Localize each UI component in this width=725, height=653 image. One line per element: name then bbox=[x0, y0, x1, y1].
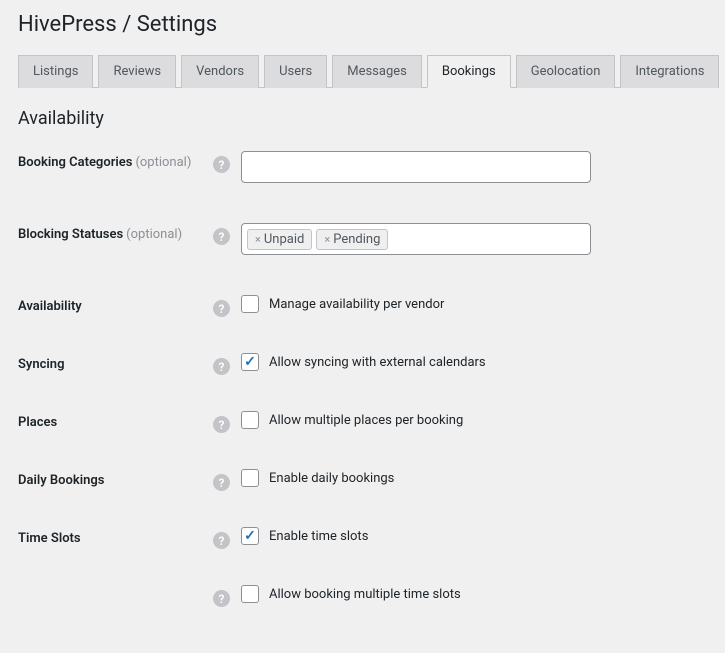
daily-bookings-checkbox-label: Enable daily bookings bbox=[269, 471, 394, 486]
help-icon[interactable]: ? bbox=[213, 300, 230, 317]
availability-checkbox[interactable] bbox=[241, 295, 259, 313]
booking-categories-input[interactable] bbox=[241, 151, 591, 183]
help-icon[interactable]: ? bbox=[213, 532, 230, 549]
page-title: HivePress / Settings bbox=[18, 12, 707, 37]
label-availability: Availability bbox=[18, 299, 82, 314]
time-slots-multiple-checkbox-label: Allow booking multiple time slots bbox=[269, 587, 461, 602]
row-availability: Availability ? Manage availability per v… bbox=[18, 295, 707, 317]
row-blocking-statuses: Blocking Statuses (optional) ? ×Unpaid ×… bbox=[18, 223, 707, 255]
row-places: Places ? Allow multiple places per booki… bbox=[18, 411, 707, 433]
row-booking-categories: Booking Categories (optional) ? bbox=[18, 151, 707, 183]
tab-vendors[interactable]: Vendors bbox=[181, 55, 259, 88]
help-icon[interactable]: ? bbox=[213, 416, 230, 433]
row-time-slots-multiple: ? Allow booking multiple time slots bbox=[18, 585, 707, 607]
tag-pending[interactable]: ×Pending bbox=[316, 229, 388, 250]
label-blocking-statuses: Blocking Statuses bbox=[18, 227, 123, 242]
tab-listings[interactable]: Listings bbox=[18, 55, 93, 88]
label-places: Places bbox=[18, 415, 57, 430]
label-daily-bookings: Daily Bookings bbox=[18, 473, 104, 488]
tab-bookings[interactable]: Bookings bbox=[427, 55, 511, 88]
help-icon[interactable]: ? bbox=[213, 474, 230, 491]
places-checkbox-label: Allow multiple places per booking bbox=[269, 413, 463, 428]
label-optional: (optional) bbox=[126, 227, 182, 242]
places-checkbox[interactable] bbox=[241, 411, 259, 429]
help-icon[interactable]: ? bbox=[213, 358, 230, 375]
syncing-checkbox-label: Allow syncing with external calendars bbox=[269, 355, 486, 370]
row-syncing: Syncing ? Allow syncing with external ca… bbox=[18, 353, 707, 375]
close-icon[interactable]: × bbox=[255, 233, 261, 246]
label-booking-categories: Booking Categories bbox=[18, 155, 132, 170]
tag-unpaid[interactable]: ×Unpaid bbox=[247, 229, 312, 250]
help-icon[interactable]: ? bbox=[213, 228, 230, 245]
tab-geolocation[interactable]: Geolocation bbox=[516, 55, 616, 88]
tab-integrations[interactable]: Integrations bbox=[620, 55, 719, 88]
tab-reviews[interactable]: Reviews bbox=[98, 55, 176, 88]
row-daily-bookings: Daily Bookings ? Enable daily bookings bbox=[18, 469, 707, 491]
tag-label: Pending bbox=[333, 232, 380, 247]
daily-bookings-checkbox[interactable] bbox=[241, 469, 259, 487]
tab-messages[interactable]: Messages bbox=[332, 55, 422, 88]
close-icon[interactable]: × bbox=[324, 233, 330, 246]
tabs-container: Listings Reviews Vendors Users Messages … bbox=[18, 55, 707, 88]
time-slots-checkbox-label: Enable time slots bbox=[269, 529, 368, 544]
section-title: Availability bbox=[18, 108, 707, 129]
availability-checkbox-label: Manage availability per vendor bbox=[269, 297, 444, 312]
time-slots-multiple-checkbox[interactable] bbox=[241, 585, 259, 603]
label-time-slots: Time Slots bbox=[18, 531, 81, 546]
label-syncing: Syncing bbox=[18, 357, 64, 372]
time-slots-checkbox[interactable] bbox=[241, 527, 259, 545]
help-icon[interactable]: ? bbox=[213, 156, 230, 173]
label-optional: (optional) bbox=[135, 155, 191, 170]
syncing-checkbox[interactable] bbox=[241, 353, 259, 371]
tag-label: Unpaid bbox=[264, 232, 304, 247]
help-icon[interactable]: ? bbox=[213, 590, 230, 607]
blocking-statuses-input[interactable]: ×Unpaid ×Pending bbox=[241, 223, 591, 255]
tab-users[interactable]: Users bbox=[264, 55, 327, 88]
row-time-slots: Time Slots ? Enable time slots bbox=[18, 527, 707, 549]
